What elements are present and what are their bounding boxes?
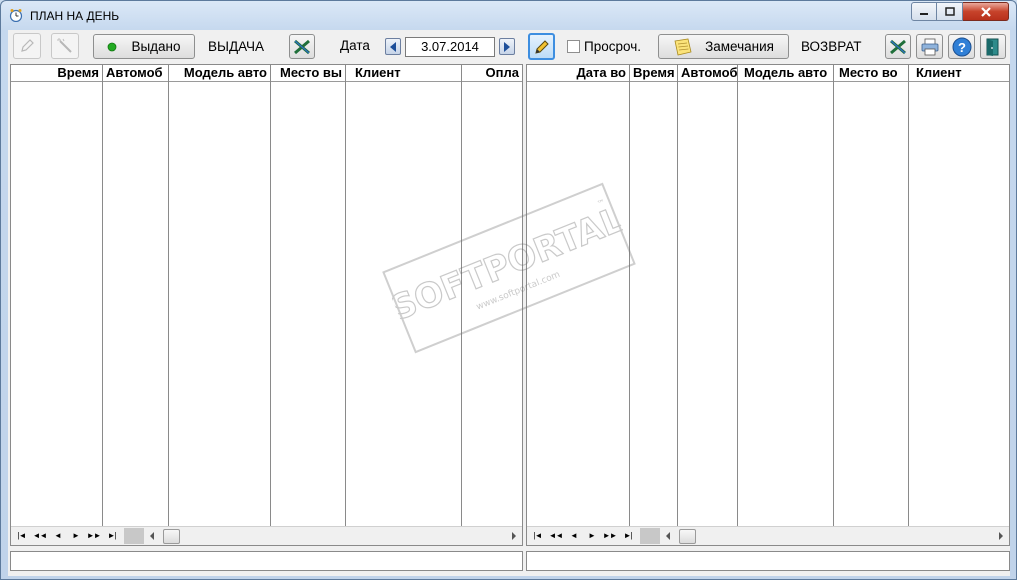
column-divider xyxy=(629,65,630,527)
return-section-label: ВОЗВРАТ xyxy=(801,39,862,54)
excel-icon xyxy=(294,39,310,54)
nav-first-button[interactable]: |◄ xyxy=(13,529,30,543)
export-excel-return-button[interactable] xyxy=(885,34,911,59)
issue-grid-header: Время Автомоб Модель авто Место вы Клиен… xyxy=(11,65,522,82)
scroll-right-icon[interactable] xyxy=(511,532,517,540)
return-col-client[interactable]: Клиент xyxy=(909,65,1009,81)
scroll-left-icon[interactable] xyxy=(149,532,155,540)
issue-col-car[interactable]: Автомоб xyxy=(103,65,168,81)
nav-last-button[interactable]: ►| xyxy=(103,529,120,543)
scroll-track-filled xyxy=(640,528,660,544)
triangle-right-icon xyxy=(504,41,510,52)
exit-door-icon xyxy=(986,38,999,56)
column-divider xyxy=(102,65,103,527)
pencil-icon xyxy=(21,39,34,52)
nav-next-button[interactable]: ► xyxy=(67,529,84,543)
issue-col-model[interactable]: Модель авто xyxy=(169,65,270,81)
nav-first-button[interactable]: |◄ xyxy=(529,529,546,543)
column-divider xyxy=(737,65,738,527)
date-prev-button[interactable] xyxy=(385,38,401,55)
nav-next-page-button[interactable]: ►► xyxy=(85,529,102,543)
column-divider xyxy=(908,65,909,527)
overdue-label: Просроч. xyxy=(584,39,641,54)
return-status-bar xyxy=(526,551,1010,571)
magic-wand-icon xyxy=(57,38,72,53)
triangle-left-icon xyxy=(390,41,396,52)
remarks-button-label: Замечания xyxy=(705,39,774,54)
return-col-date[interactable]: Дата во xyxy=(527,65,629,81)
scroll-left-icon[interactable] xyxy=(665,532,671,540)
date-field[interactable]: 3.07.2014 xyxy=(405,37,495,57)
return-grid-header: Дата во Время Автомоб Модель авто Место … xyxy=(527,65,1009,82)
nav-next-button[interactable]: ► xyxy=(583,529,600,543)
scroll-thumb[interactable] xyxy=(679,529,696,544)
export-excel-issue-button[interactable] xyxy=(289,34,315,59)
title-bar[interactable]: ПЛАН НА ДЕНЬ xyxy=(1,1,1016,29)
issue-col-payment[interactable]: Опла xyxy=(462,65,522,81)
notepad-icon xyxy=(674,38,692,55)
date-label: Дата xyxy=(340,38,370,53)
toolbar: Выдано ВЫДАЧА Дата 3.07.2014 Просроч. За… xyxy=(8,30,1010,64)
date-next-button[interactable] xyxy=(499,38,515,55)
return-grid-hscrollbar[interactable] xyxy=(661,528,1008,544)
scroll-track-filled xyxy=(124,528,144,544)
client-area: Выдано ВЫДАЧА Дата 3.07.2014 Просроч. За… xyxy=(8,30,1010,576)
scroll-thumb[interactable] xyxy=(163,529,180,544)
nav-prev-page-button[interactable]: ◄◄ xyxy=(31,529,48,543)
issue-col-client[interactable]: Клиент xyxy=(346,65,461,81)
nav-prev-page-button[interactable]: ◄◄ xyxy=(547,529,564,543)
nav-prev-button[interactable]: ◄ xyxy=(49,529,66,543)
nav-next-page-button[interactable]: ►► xyxy=(601,529,618,543)
issue-col-place[interactable]: Место вы xyxy=(271,65,345,81)
window-title: ПЛАН НА ДЕНЬ xyxy=(30,9,120,23)
minimize-button[interactable] xyxy=(911,2,937,21)
nav-prev-button[interactable]: ◄ xyxy=(565,529,582,543)
overdue-checkbox[interactable] xyxy=(567,40,580,53)
issue-col-time[interactable]: Время xyxy=(11,65,102,81)
pencil-icon xyxy=(534,39,549,54)
return-grid[interactable]: Дата во Время Автомоб Модель авто Место … xyxy=(526,64,1010,546)
issued-button-label: Выдано xyxy=(131,39,181,54)
remarks-button[interactable]: Замечания xyxy=(658,34,789,59)
issued-button[interactable]: Выдано xyxy=(93,34,195,59)
return-col-time[interactable]: Время xyxy=(630,65,678,81)
issue-grid-footer: |◄ ◄◄ ◄ ► ►► ►| xyxy=(11,526,522,545)
app-window: ПЛАН НА ДЕНЬ Выдано ВЫДАЧА Дата 3.07.201… xyxy=(0,0,1017,580)
printer-icon xyxy=(921,38,938,55)
return-col-place[interactable]: Место во xyxy=(834,65,908,81)
edit-button[interactable] xyxy=(13,33,41,59)
return-col-car[interactable]: Автомоб xyxy=(678,65,737,81)
column-divider xyxy=(168,65,169,527)
clock-icon xyxy=(9,9,23,22)
column-divider xyxy=(677,65,678,527)
nav-last-button[interactable]: ►| xyxy=(619,529,636,543)
exit-button[interactable] xyxy=(980,34,1006,59)
column-divider xyxy=(461,65,462,527)
column-divider xyxy=(270,65,271,527)
maximize-button[interactable] xyxy=(937,2,963,21)
issue-grid[interactable]: Время Автомоб Модель авто Место вы Клиен… xyxy=(10,64,523,546)
scroll-right-icon[interactable] xyxy=(998,532,1004,540)
issue-status-bar xyxy=(10,551,523,571)
print-button[interactable] xyxy=(916,34,943,59)
issue-section-label: ВЫДАЧА xyxy=(208,39,265,54)
green-dot-icon xyxy=(108,42,117,51)
column-divider xyxy=(833,65,834,527)
maximize-icon xyxy=(944,7,955,16)
return-grid-footer: |◄ ◄◄ ◄ ► ►► ►| xyxy=(527,526,1009,545)
excel-icon xyxy=(890,39,906,54)
help-button[interactable]: ? xyxy=(948,34,975,59)
column-divider xyxy=(345,65,346,527)
minimize-icon xyxy=(920,12,928,15)
close-button[interactable] xyxy=(963,2,1009,21)
help-icon: ? xyxy=(952,37,971,56)
issue-grid-hscrollbar[interactable] xyxy=(145,528,521,544)
magic-wand-button[interactable] xyxy=(51,33,79,59)
edit-date-button[interactable] xyxy=(528,33,555,60)
close-icon xyxy=(980,6,991,17)
return-col-model[interactable]: Модель авто xyxy=(738,65,833,81)
svg-text:?: ? xyxy=(958,40,966,55)
